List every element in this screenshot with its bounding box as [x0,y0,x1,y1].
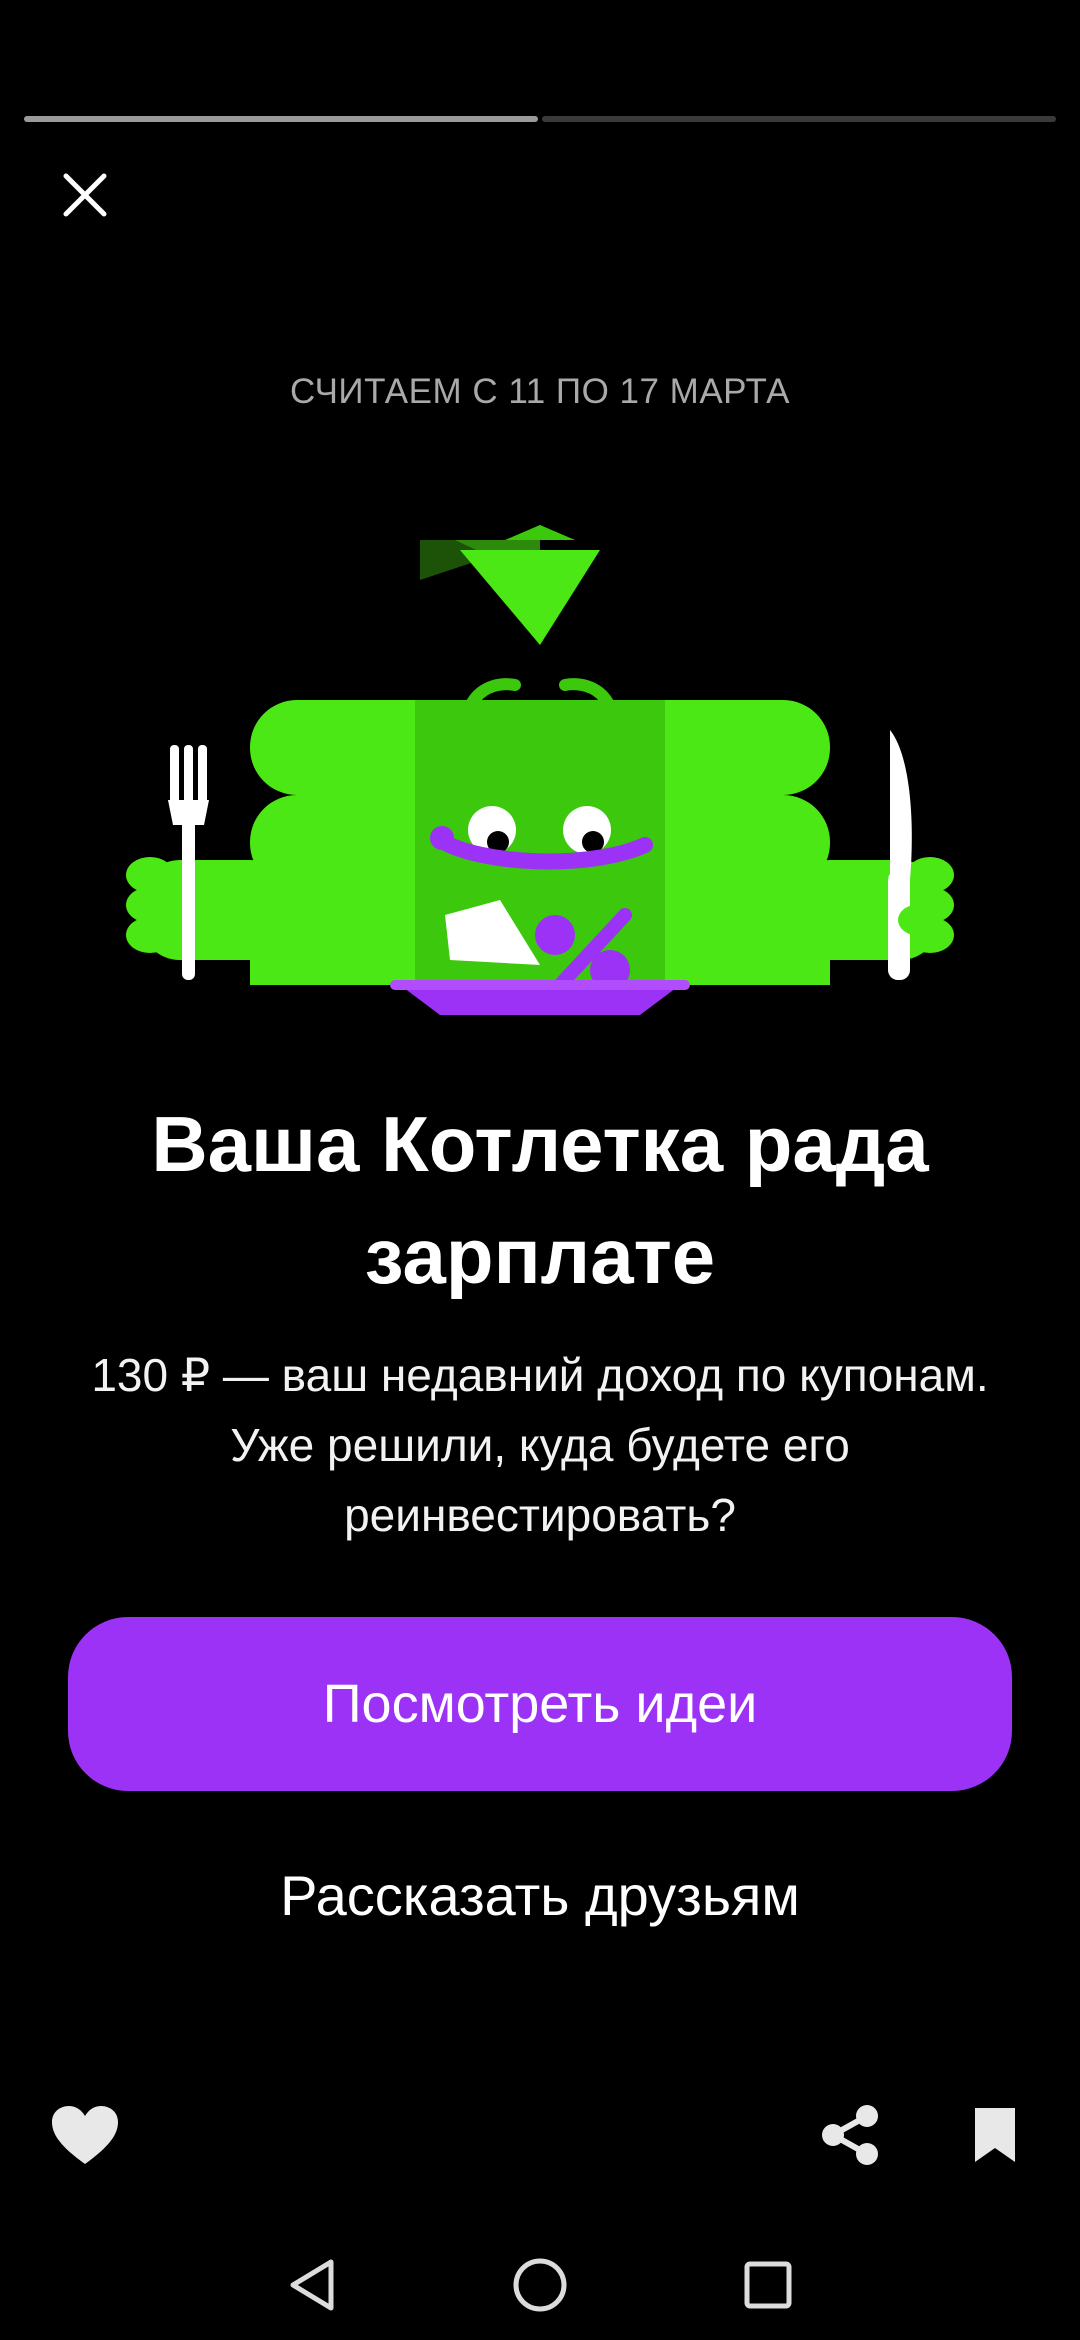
back-triangle-icon [290,2259,334,2311]
like-button[interactable] [40,2095,130,2175]
nav-home-button[interactable] [500,2245,580,2325]
knife-icon [888,730,912,980]
nav-recents-button[interactable] [728,2245,808,2325]
tell-friends-button[interactable]: Рассказать друзьям [200,1850,880,1940]
mascot-illustration [126,525,954,1015]
share-button[interactable] [810,2095,890,2175]
bookmark-icon [975,2108,1015,2162]
heart-icon [52,2106,118,2164]
recents-square-icon [744,2261,792,2309]
system-nav-bar [0,2230,1080,2340]
progress-segment [542,116,1056,122]
nav-back-button[interactable] [272,2245,352,2325]
progress-segment-fill [24,116,538,122]
share-icon [822,2105,878,2165]
close-icon [63,173,107,217]
bookmark-button[interactable] [960,2095,1030,2175]
story-progress-bar [24,116,1056,122]
down-arrow-icon [420,525,600,645]
headline: Ваша Котлетка рада зарплате [151,1100,929,1300]
close-button[interactable] [40,150,130,240]
story-screen: СЧИТАЕМ С 11 ПО 17 МАРТА Ваша Котлетка р… [0,0,1080,2340]
progress-segment [24,116,538,122]
period-label: СЧИТАЕМ С 11 ПО 17 МАРТА [289,372,791,411]
view-ideas-button[interactable]: Посмотреть идеи [68,1617,1012,1791]
home-circle-icon [513,2258,567,2312]
description-text: 130 ₽ — ваш недавний доход по купонам. У… [91,1349,989,1541]
